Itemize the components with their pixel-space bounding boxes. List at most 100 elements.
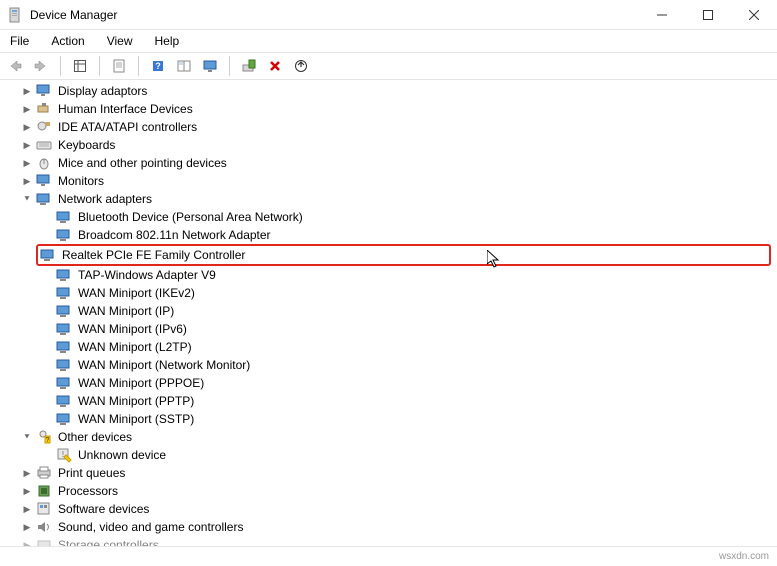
chevron-down-icon[interactable]: ⯆ (20, 428, 34, 446)
tree-node-wan-netmon[interactable]: WAN Miniport (Network Monitor) (6, 356, 771, 374)
tree-node-storage[interactable]: ▶ Storage controllers (6, 536, 771, 546)
tree-node-mice[interactable]: ▶ Mice and other pointing devices (6, 154, 771, 172)
mouse-icon (36, 155, 52, 171)
tree-label: Storage controllers (56, 536, 161, 546)
scan-hardware-button[interactable] (238, 55, 260, 77)
tree-label: Other devices (56, 428, 134, 446)
network-adapter-icon (56, 375, 72, 391)
chevron-right-icon[interactable]: ▶ (20, 500, 34, 518)
toolbar-separator (60, 56, 61, 76)
tree-node-ide[interactable]: ▶ IDE ATA/ATAPI controllers (6, 118, 771, 136)
chevron-right-icon[interactable]: ▶ (20, 482, 34, 500)
tree-node-network-adapters[interactable]: ⯆ Network adapters (6, 190, 771, 208)
svg-text:!: ! (62, 450, 64, 459)
properties-button[interactable] (108, 55, 130, 77)
tree-node-sound[interactable]: ▶ Sound, video and game controllers (6, 518, 771, 536)
chevron-right-icon[interactable]: ▶ (20, 464, 34, 482)
tree-node-wan-pptp[interactable]: WAN Miniport (PPTP) (6, 392, 771, 410)
tree-label: Realtek PCIe FE Family Controller (60, 246, 247, 264)
keyboard-icon (36, 137, 52, 153)
tree-label: WAN Miniport (PPPOE) (76, 374, 206, 392)
display-icon (36, 83, 52, 99)
chevron-right-icon[interactable]: ▶ (20, 154, 34, 172)
tree-label: Human Interface Devices (56, 100, 195, 118)
network-icon (36, 191, 52, 207)
chevron-right-icon[interactable]: ▶ (20, 172, 34, 190)
menu-file[interactable]: File (6, 32, 33, 50)
toolbar-separator (138, 56, 139, 76)
svg-text:?: ? (155, 61, 161, 71)
network-adapter-icon (56, 285, 72, 301)
hid-icon (36, 101, 52, 117)
titlebar: Device Manager (0, 0, 777, 30)
tree-node-broadcom[interactable]: Broadcom 802.11n Network Adapter (6, 226, 771, 244)
network-adapter-icon (56, 303, 72, 319)
chevron-down-icon[interactable]: ⯆ (20, 190, 34, 208)
sound-icon (36, 519, 52, 535)
tree-node-wan-ipv6[interactable]: WAN Miniport (IPv6) (6, 320, 771, 338)
tree-node-wan-sstp[interactable]: WAN Miniport (SSTP) (6, 410, 771, 428)
tree-label: WAN Miniport (PPTP) (76, 392, 196, 410)
tree-label: Unknown device (76, 446, 168, 464)
network-adapter-icon (56, 227, 72, 243)
storage-icon (36, 537, 52, 546)
chevron-right-icon[interactable]: ▶ (20, 136, 34, 154)
chevron-right-icon[interactable]: ▶ (20, 518, 34, 536)
tree-node-wan-l2tp[interactable]: WAN Miniport (L2TP) (6, 338, 771, 356)
view-mode-button[interactable] (173, 55, 195, 77)
maximize-button[interactable] (685, 0, 731, 30)
back-button[interactable] (4, 55, 26, 77)
tree-label: Monitors (56, 172, 106, 190)
other-devices-icon: ? (36, 429, 52, 445)
tree-node-other-devices[interactable]: ⯆ ? Other devices (6, 428, 771, 446)
watermark: wsxdn.com (719, 551, 769, 562)
uninstall-button[interactable] (264, 55, 286, 77)
tree-node-software-devices[interactable]: ▶ Software devices (6, 500, 771, 518)
toolbar-separator (229, 56, 230, 76)
minimize-button[interactable] (639, 0, 685, 30)
ide-icon (36, 119, 52, 135)
tree-label: Keyboards (56, 136, 117, 154)
tree-node-monitors[interactable]: ▶ Monitors (6, 172, 771, 190)
tree-node-wan-ip[interactable]: WAN Miniport (IP) (6, 302, 771, 320)
update-driver-button[interactable] (290, 55, 312, 77)
svg-text:?: ? (46, 437, 50, 444)
chevron-right-icon[interactable]: ▶ (20, 536, 34, 546)
network-adapter-icon (40, 247, 56, 263)
tree-label: IDE ATA/ATAPI controllers (56, 118, 199, 136)
tree-node-processors[interactable]: ▶ Processors (6, 482, 771, 500)
chevron-right-icon[interactable]: ▶ (20, 100, 34, 118)
tree-node-wan-ikev2[interactable]: WAN Miniport (IKEv2) (6, 284, 771, 302)
show-hide-button[interactable] (69, 55, 91, 77)
chevron-right-icon[interactable]: ▶ (20, 82, 34, 100)
tree-label: WAN Miniport (IP) (76, 302, 176, 320)
tree-node-realtek-highlighted[interactable]: Realtek PCIe FE Family Controller (36, 244, 771, 266)
close-button[interactable] (731, 0, 777, 30)
forward-button[interactable] (30, 55, 52, 77)
menu-view[interactable]: View (103, 32, 137, 50)
tree-node-hid[interactable]: ▶ Human Interface Devices (6, 100, 771, 118)
monitor-button[interactable] (199, 55, 221, 77)
network-adapter-icon (56, 321, 72, 337)
chevron-right-icon[interactable]: ▶ (20, 118, 34, 136)
network-adapter-icon (56, 357, 72, 373)
tree-label: Print queues (56, 464, 127, 482)
network-adapter-icon (56, 411, 72, 427)
tree-node-wan-pppoe[interactable]: WAN Miniport (PPPOE) (6, 374, 771, 392)
tree-label: Network adapters (56, 190, 154, 208)
printer-icon (36, 465, 52, 481)
tree-label: Software devices (56, 500, 151, 518)
tree-node-keyboards[interactable]: ▶ Keyboards (6, 136, 771, 154)
tree-node-print-queues[interactable]: ▶ Print queues (6, 464, 771, 482)
unknown-device-icon: ! (56, 447, 72, 463)
software-icon (36, 501, 52, 517)
device-tree[interactable]: ▶ Display adaptors ▶ Human Interface Dev… (0, 80, 777, 546)
help-button[interactable]: ? (147, 55, 169, 77)
tree-node-tap[interactable]: TAP-Windows Adapter V9 (6, 266, 771, 284)
tree-node-bluetooth[interactable]: Bluetooth Device (Personal Area Network) (6, 208, 771, 226)
tree-node-unknown-device[interactable]: ! Unknown device (6, 446, 771, 464)
menu-help[interactable]: Help (151, 32, 184, 50)
menu-action[interactable]: Action (47, 32, 88, 50)
app-icon (8, 7, 24, 23)
tree-node-display-adaptors[interactable]: ▶ Display adaptors (6, 82, 771, 100)
